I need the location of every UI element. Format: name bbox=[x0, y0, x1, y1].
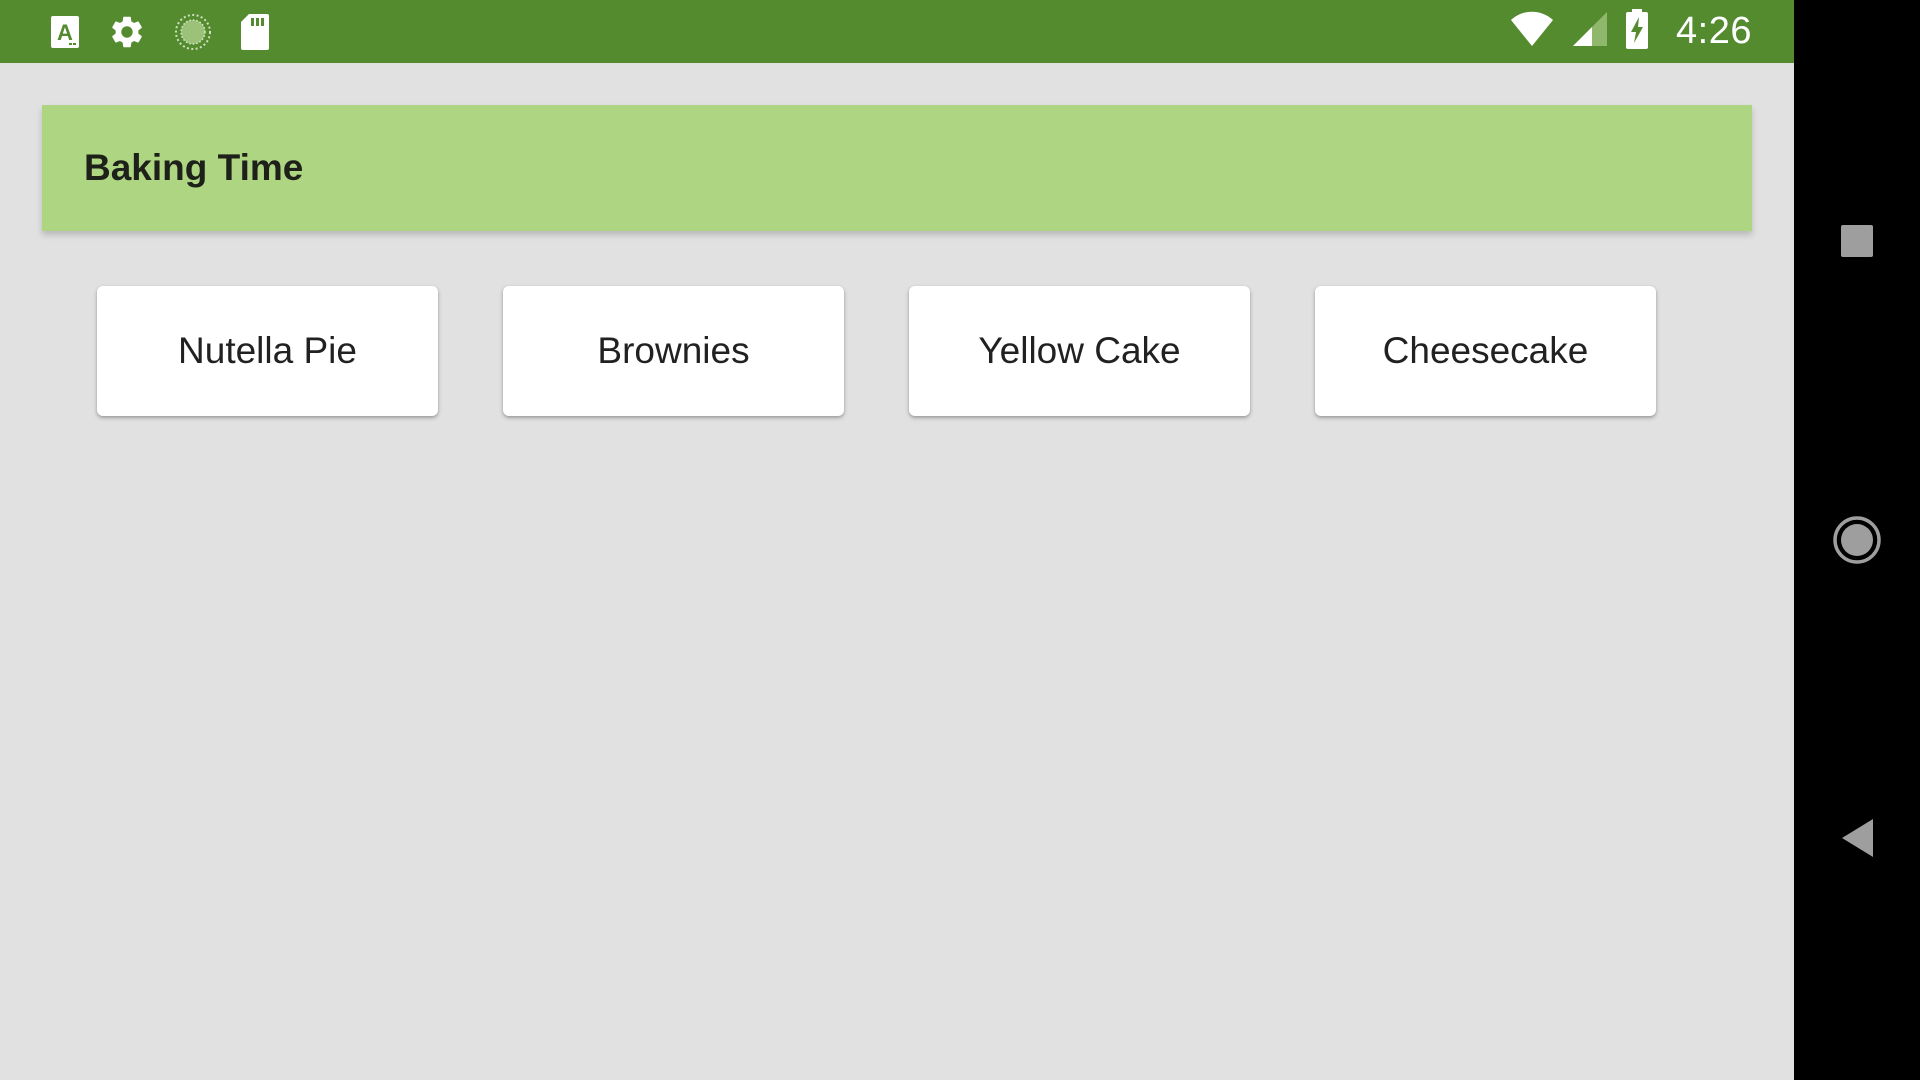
status-clock: 4:26 bbox=[1676, 10, 1752, 52]
recipe-name: Brownies bbox=[597, 330, 750, 371]
recipe-card-nutella-pie[interactable]: Nutella Pie bbox=[97, 286, 438, 416]
sd-card-icon bbox=[240, 13, 270, 51]
sync-progress-icon bbox=[174, 13, 212, 51]
notification-icons: A bbox=[50, 0, 270, 63]
recipe-card-cheesecake[interactable]: Cheesecake bbox=[1315, 286, 1656, 416]
app-title: Baking Time bbox=[84, 147, 304, 188]
recipe-name: Nutella Pie bbox=[178, 330, 357, 371]
home-button[interactable] bbox=[1794, 480, 1920, 600]
recipe-list: Nutella Pie Brownies Yellow Cake Cheesec… bbox=[97, 286, 1656, 416]
battery-charging-icon bbox=[1626, 9, 1649, 54]
back-button[interactable] bbox=[1794, 778, 1920, 898]
recents-button[interactable] bbox=[1794, 181, 1920, 301]
cell-signal-icon bbox=[1572, 11, 1608, 52]
recents-square-icon bbox=[1841, 225, 1873, 257]
svg-text:A: A bbox=[57, 20, 73, 45]
screen: A 4:26 Baking Time Nutella Pie Brownies … bbox=[0, 0, 1920, 1080]
text-a-icon: A bbox=[50, 15, 80, 49]
recipe-card-brownies[interactable]: Brownies bbox=[503, 286, 844, 416]
recipe-name: Yellow Cake bbox=[978, 330, 1181, 371]
wifi-icon bbox=[1510, 11, 1554, 52]
system-status: 4:26 bbox=[1510, 0, 1752, 63]
recipe-name: Cheesecake bbox=[1382, 330, 1589, 371]
recipe-card-yellow-cake[interactable]: Yellow Cake bbox=[909, 286, 1250, 416]
navigation-bar bbox=[1794, 0, 1920, 1080]
home-circle-icon bbox=[1833, 516, 1881, 564]
app-bar: Baking Time bbox=[42, 105, 1752, 231]
back-triangle-icon bbox=[1842, 819, 1873, 857]
status-bar: A 4:26 bbox=[0, 0, 1794, 63]
gear-icon bbox=[108, 13, 146, 51]
